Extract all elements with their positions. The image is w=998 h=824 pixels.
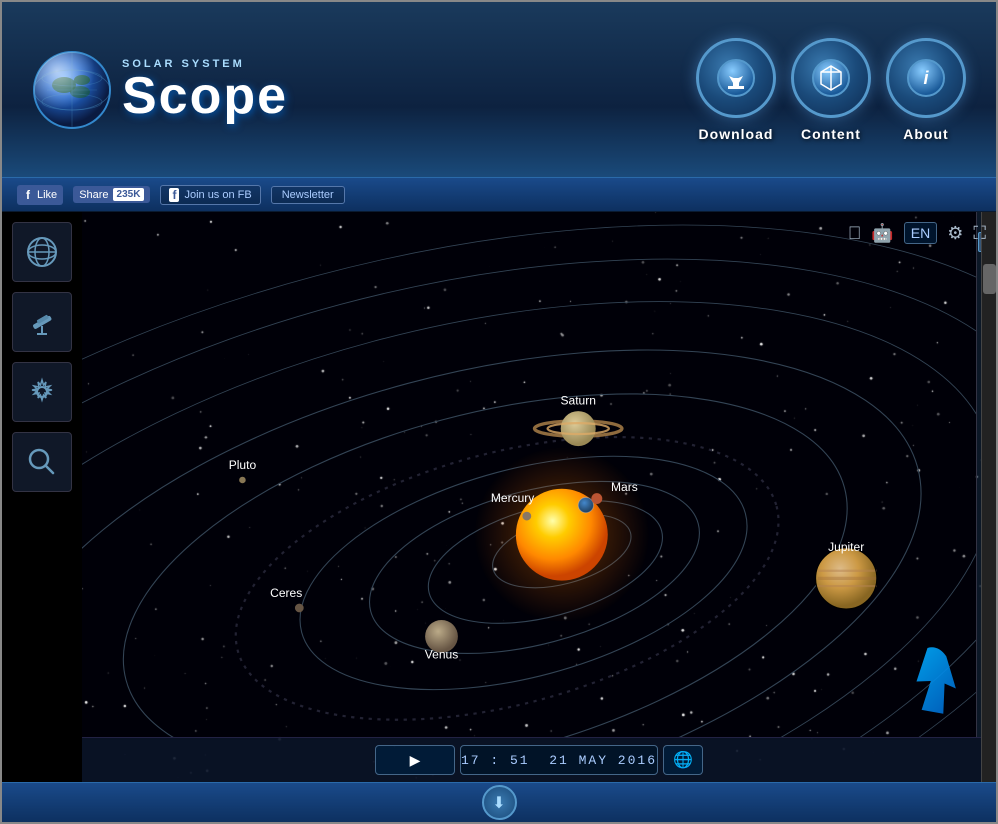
content-label: Content — [801, 126, 861, 142]
expand-icon[interactable]: ⛶ — [973, 223, 986, 244]
nav-buttons: Download — [696, 38, 966, 142]
scrollbar[interactable] — [981, 212, 996, 782]
app-window: SOLAR SYSTEM Scope — [0, 0, 998, 824]
join-label: Join us on FB — [184, 189, 251, 201]
time-value: 17 : 51 — [461, 753, 530, 768]
footer-download-button[interactable]: ⬇ — [482, 785, 517, 820]
like-label: Like — [37, 189, 57, 201]
bottom-controls: ▶ 17 : 51 21 MAY 2016 🌐 — [82, 737, 996, 782]
content-button[interactable]: Content — [791, 38, 871, 142]
like-count: 235K — [113, 188, 145, 201]
facebook-like-widget[interactable]: f Like — [17, 185, 63, 205]
about-icon: i — [886, 38, 966, 118]
android-icon: 🤖 — [871, 223, 893, 244]
download-button[interactable]: Download — [696, 38, 776, 142]
options-icon[interactable]: ⚙ — [947, 223, 963, 244]
play-icon: ▶ — [410, 752, 421, 769]
scrollbar-thumb[interactable] — [983, 264, 996, 294]
time-display: 17 : 51 21 MAY 2016 — [460, 745, 658, 775]
settings-button[interactable] — [12, 362, 72, 422]
svg-text:Saturn: Saturn — [561, 394, 596, 408]
telescope-button[interactable] — [12, 292, 72, 352]
apple-icon:  — [848, 223, 862, 244]
svg-text:Mars: Mars — [611, 480, 638, 494]
footer-download-icon: ⬇ — [492, 793, 505, 813]
header: SOLAR SYSTEM Scope — [2, 2, 996, 177]
top-controls:  🤖 EN ⚙ ⛶ — [848, 222, 986, 244]
solar-system-scene: Venus Jupiter Satu — [82, 212, 976, 737]
download-icon — [696, 38, 776, 118]
svg-text:Ceres: Ceres — [270, 586, 302, 600]
svg-text:Jupiter: Jupiter — [828, 540, 864, 554]
social-bar: f Like Share 235K f Join us on FB Newsle… — [2, 177, 996, 212]
svg-text:Mercury: Mercury — [491, 491, 534, 505]
about-label: About — [903, 126, 948, 142]
space-view[interactable]:  🤖 EN ⚙ ⛶ — [82, 212, 996, 782]
svg-text:Venus: Venus — [425, 647, 458, 661]
about-button[interactable]: i About — [886, 38, 966, 142]
play-button[interactable]: ▶ — [375, 745, 455, 775]
newsletter-label: Newsletter — [282, 189, 334, 201]
globe-icon: 🌐 — [673, 750, 693, 770]
facebook-join-icon: f — [169, 188, 179, 202]
facebook-logo: f — [23, 187, 33, 203]
newsletter-button[interactable]: Newsletter — [271, 186, 345, 204]
main-area:  🤖 EN ⚙ ⛶ — [2, 212, 996, 782]
left-toolbar — [2, 212, 82, 782]
globe-button[interactable]: 🌐 — [663, 745, 703, 775]
search-button[interactable] — [12, 432, 72, 492]
share-label: Share — [79, 189, 108, 201]
logo-text: SOLAR SYSTEM Scope — [122, 58, 288, 122]
scope-label: Scope — [122, 70, 288, 122]
svg-text:Pluto: Pluto — [229, 458, 257, 472]
date-value: 21 MAY 2016 — [549, 753, 657, 768]
logo-icon — [32, 50, 112, 130]
facebook-join-button[interactable]: f Join us on FB — [160, 185, 260, 205]
footer: ⬇ — [2, 782, 996, 822]
logo-area: SOLAR SYSTEM Scope — [32, 50, 288, 130]
content-icon — [791, 38, 871, 118]
language-button[interactable]: EN — [904, 222, 937, 244]
globe-view-button[interactable] — [12, 222, 72, 282]
facebook-share-widget[interactable]: Share 235K — [73, 186, 150, 203]
download-label: Download — [699, 126, 774, 142]
